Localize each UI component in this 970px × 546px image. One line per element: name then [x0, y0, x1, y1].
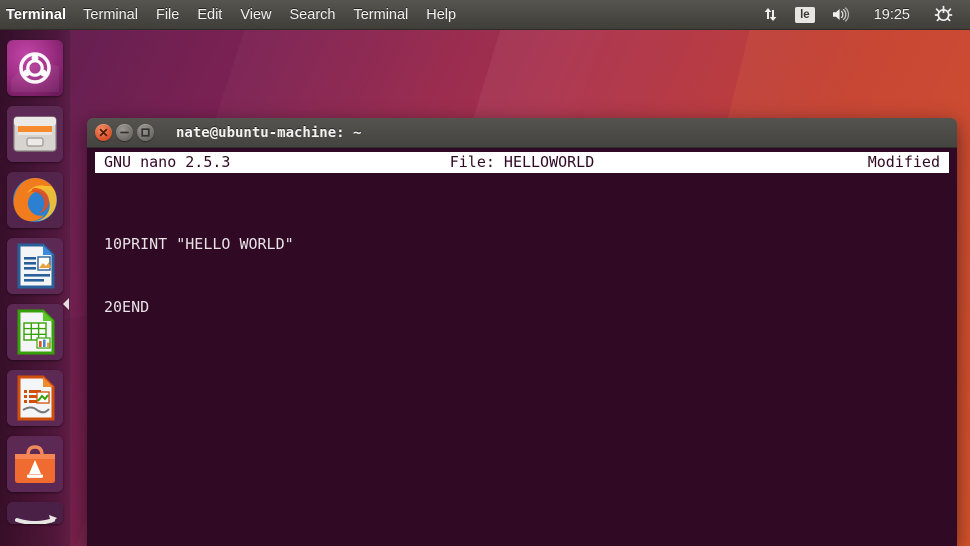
- firefox-icon: [6, 172, 63, 228]
- network-up-down-icon: [764, 8, 777, 21]
- volume-speaker-icon: [832, 7, 849, 22]
- network-indicator[interactable]: [755, 0, 786, 30]
- ubuntu-dash-icon: [6, 40, 63, 96]
- maximize-icon: [141, 128, 150, 137]
- launcher-item-libreoffice-impress[interactable]: [6, 370, 63, 426]
- launcher-item-firefox[interactable]: [6, 172, 63, 228]
- menu-terminal[interactable]: Terminal: [344, 0, 417, 30]
- minimize-window-button[interactable]: [116, 124, 133, 141]
- clock-label: 19:25: [873, 6, 910, 23]
- launcher-item-libreoffice-writer[interactable]: [6, 238, 63, 294]
- menu-file[interactable]: File: [147, 0, 188, 30]
- nano-version-label: GNU nano 2.5.3: [104, 153, 231, 171]
- window-titlebar[interactable]: nate@ubuntu-machine: ~: [87, 118, 957, 148]
- libreoffice-impress-icon: [6, 370, 63, 426]
- launcher-item-ubuntu-dash[interactable]: [6, 40, 63, 96]
- volume-indicator[interactable]: [824, 0, 857, 30]
- ubuntu-software-icon: [6, 436, 63, 492]
- menu-help[interactable]: Help: [417, 0, 465, 30]
- libreoffice-writer-icon: [6, 238, 63, 294]
- text-line: 20END: [104, 298, 150, 316]
- launcher-item-libreoffice-calc[interactable]: [6, 304, 63, 360]
- terminal-body[interactable]: GNU nano 2.5.3 File: HELLOWORLD Modified…: [87, 148, 957, 546]
- libreoffice-calc-icon: [6, 304, 63, 360]
- nano-text-area[interactable]: 10PRINT "HELLO WORLD" 20END: [104, 192, 294, 360]
- launcher-item-ubuntu-software[interactable]: [6, 436, 63, 492]
- launcher-focus-indicator: [63, 298, 69, 310]
- launcher-item-files[interactable]: [6, 106, 63, 162]
- keyboard-layout-indicator[interactable]: le: [788, 0, 822, 30]
- close-window-button[interactable]: [95, 124, 112, 141]
- unity-launcher: [0, 30, 70, 546]
- minimize-icon: [120, 131, 129, 134]
- nano-title-bar: GNU nano 2.5.3 File: HELLOWORLD Modified: [95, 152, 949, 173]
- system-power-gear-icon: [934, 5, 953, 22]
- nano-filename-label: File: HELLOWORLD: [449, 153, 595, 171]
- close-icon: [99, 128, 108, 137]
- menu-terminal-app[interactable]: Terminal: [74, 0, 147, 30]
- files-icon: [6, 106, 63, 162]
- menu-search[interactable]: Search: [281, 0, 345, 30]
- window-title: nate@ubuntu-machine: ~: [176, 124, 362, 141]
- top-panel: Terminal Terminal File Edit View Search …: [0, 0, 970, 30]
- system-tray: le 19:25: [755, 0, 970, 30]
- clock-indicator[interactable]: 19:25: [859, 0, 925, 30]
- launcher-item-amazon[interactable]: [6, 502, 63, 524]
- terminal-window: nate@ubuntu-machine: ~ GNU nano 2.5.3 Fi…: [87, 118, 957, 546]
- text-line: 10PRINT "HELLO WORLD": [104, 235, 294, 253]
- menu-edit[interactable]: Edit: [188, 0, 231, 30]
- nano-modified-label: Modified: [867, 153, 940, 171]
- menu-view[interactable]: View: [231, 0, 280, 30]
- amazon-icon: [6, 502, 63, 524]
- keyboard-layout-label: le: [795, 6, 815, 23]
- maximize-window-button[interactable]: [137, 124, 154, 141]
- panel-app-name: Terminal: [6, 6, 67, 23]
- session-indicator[interactable]: [927, 0, 960, 30]
